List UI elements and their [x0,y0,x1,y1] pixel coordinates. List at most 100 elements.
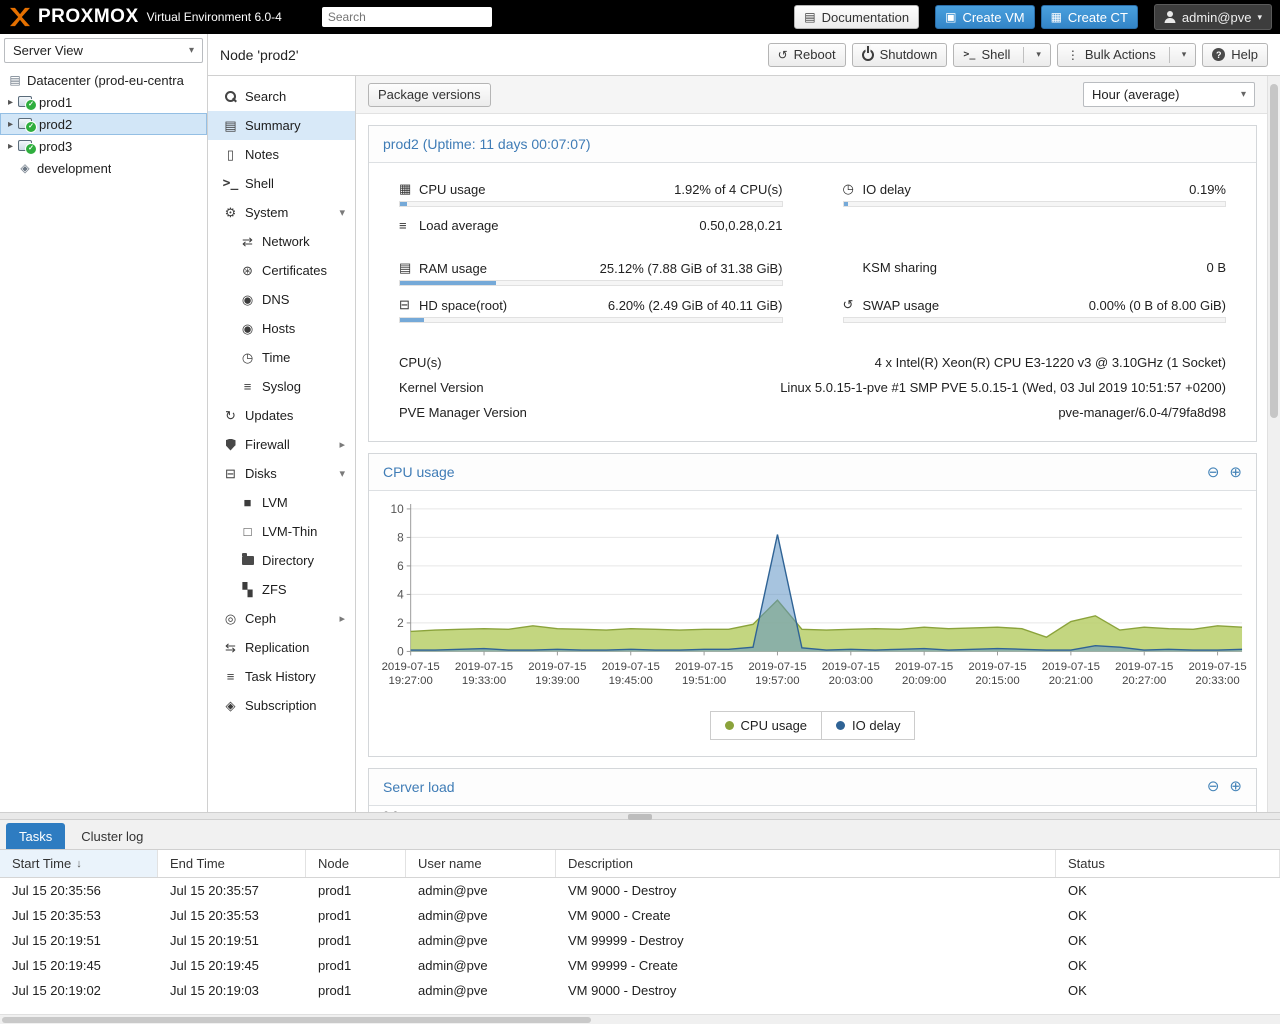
help-button[interactable]: ? Help [1202,43,1268,67]
menu-item-label: Syslog [262,379,301,394]
reboot-button[interactable]: ↺ Reboot [768,43,846,67]
cpu-usage-panel-header: CPU usage ⊖ ⊕ [369,454,1256,491]
task-cell: Jul 15 20:19:51 [0,933,158,948]
terminal-icon: >_ [963,50,975,60]
column-header-status[interactable]: Status [1056,850,1280,877]
shutdown-button[interactable]: Shutdown [852,43,948,67]
user-icon [1164,11,1176,23]
caret-down-icon[interactable]: ▾ [1182,49,1187,60]
maximize-panel-icon[interactable]: ⊕ [1229,779,1242,794]
task-cell: OK [1056,983,1280,998]
menu-item-lvm[interactable]: ■LVM [208,488,355,517]
menu-item-lvm-thin[interactable]: □LVM-Thin [208,517,355,546]
bulk-actions-button[interactable]: ⋮ Bulk Actions ▾ [1057,43,1196,67]
submenu-caret-right-icon[interactable]: ▸ [339,612,345,625]
maximize-panel-icon[interactable]: ⊕ [1229,465,1242,480]
server-load-title: Server load [383,779,455,795]
caret-down-icon[interactable]: ▾ [1036,49,1041,60]
column-header-label: Description [568,856,633,871]
menu-item-shell[interactable]: >_Shell [208,169,355,198]
view-selector-value: Server View [13,43,83,58]
column-header-label: Node [318,856,349,871]
menu-item-system[interactable]: ⚙System▾ [208,198,355,227]
tree-expand-icon[interactable]: ▸ [4,97,17,108]
tab-cluster-log[interactable]: Cluster log [68,823,156,849]
horizontal-scrollbar[interactable] [0,1014,1280,1024]
task-row[interactable]: Jul 15 20:19:02Jul 15 20:19:03prod1admin… [0,978,1280,1003]
vertical-scrollbar[interactable] [1267,76,1280,812]
tree-item-prod1[interactable]: ▸prod1 [0,91,207,113]
svg-text:8: 8 [397,530,404,544]
task-row[interactable]: Jul 15 20:35:56Jul 15 20:35:57prod1admin… [0,878,1280,903]
panel-splitter[interactable] [0,812,1280,820]
time-range-select[interactable]: Hour (average) ▾ [1083,82,1255,107]
menu-item-label: Updates [245,408,293,423]
menu-item-zfs[interactable]: ▚ZFS [208,575,355,604]
shell-button[interactable]: >_ Shell ▾ [953,43,1051,67]
submenu-caret-down-icon[interactable]: ▾ [339,467,345,480]
menu-item-summary[interactable]: ▤Summary [208,111,355,140]
proxmox-logo-icon [8,7,32,27]
documentation-button[interactable]: ▤ Documentation [794,5,919,29]
column-header-description[interactable]: Description [556,850,1056,877]
menu-item-syslog[interactable]: ≡Syslog [208,372,355,401]
column-header-node[interactable]: Node [306,850,406,877]
tree-item-prod3[interactable]: ▸prod3 [0,135,207,157]
menu-item-task-history[interactable]: ≡Task History [208,662,355,691]
submenu-caret-right-icon[interactable]: ▸ [339,438,345,451]
svg-text:20:33:00: 20:33:00 [1195,675,1239,687]
tree-expand-icon[interactable]: ▸ [4,119,17,130]
tree-item-development[interactable]: ◈development [0,157,207,179]
menu-item-label: Time [262,350,290,365]
menu-item-replication[interactable]: ⇆Replication [208,633,355,662]
menu-item-disks[interactable]: ⊟Disks▾ [208,459,355,488]
info-label: CPU(s) [399,355,442,370]
legend-item-io-delay[interactable]: IO delay [822,711,915,740]
global-search-input[interactable] [322,7,492,27]
menu-item-subscription[interactable]: ◈Subscription [208,691,355,720]
menu-item-notes[interactable]: ▯Notes [208,140,355,169]
task-row[interactable]: Jul 15 20:19:45Jul 15 20:19:45prod1admin… [0,953,1280,978]
menu-item-dns[interactable]: ◉DNS [208,285,355,314]
tree-expand-icon[interactable]: ▸ [4,141,17,152]
user-menu-button[interactable]: admin@pve ▾ [1154,4,1272,30]
collapse-panel-icon[interactable]: ⊖ [1207,779,1220,794]
horizontal-scrollbar-thumb[interactable] [2,1017,591,1023]
system-info: CPU(s)4 x Intel(R) Xeon(R) CPU E3-1220 v… [399,350,1226,425]
vertical-scrollbar-thumb[interactable] [1270,84,1278,418]
create-vm-button[interactable]: ▣ Create VM [935,5,1034,29]
stat-label: CPU usage [419,182,485,197]
node-toolbar: ↺ Reboot Shutdown >_ Shell ▾ ⋮ Bulk Acti… [768,43,1268,67]
cpu-usage-panel-body: 02468102019-07-1519:27:002019-07-1519:33… [369,491,1256,756]
package-versions-button[interactable]: Package versions [368,83,491,107]
menu-item-label: Shell [245,176,274,191]
menu-item-updates[interactable]: ↻Updates [208,401,355,430]
node-icon [18,118,32,129]
menu-item-firewall[interactable]: Firewall▸ [208,430,355,459]
menu-item-hosts[interactable]: ◉Hosts [208,314,355,343]
column-header-start-time[interactable]: Start Time↓ [0,850,158,877]
network-icon: ⇄ [239,234,256,250]
stat-progress-bar [843,201,1227,207]
tab-tasks[interactable]: Tasks [6,823,65,849]
task-row[interactable]: Jul 15 20:19:51Jul 15 20:19:51prod1admin… [0,928,1280,953]
column-header-end-time[interactable]: End Time [158,850,306,877]
legend-item-cpu-usage[interactable]: CPU usage [710,711,822,740]
menu-item-network[interactable]: ⇄Network [208,227,355,256]
view-selector[interactable]: Server View ▾ [4,38,203,63]
column-header-user-name[interactable]: User name [406,850,556,877]
tree-item-prod2[interactable]: ▸prod2 [0,113,207,135]
load-icon: ≡ [399,218,419,233]
menu-item-directory[interactable]: Directory [208,546,355,575]
menu-item-search[interactable]: Search [208,82,355,111]
menu-item-certificates[interactable]: ⊛Certificates [208,256,355,285]
menu-item-time[interactable]: ◷Time [208,343,355,372]
task-row[interactable]: Jul 15 20:35:53Jul 15 20:35:53prod1admin… [0,903,1280,928]
tree-item-datacenter-prod-eu-centra[interactable]: ▤Datacenter (prod-eu-centra [0,69,207,91]
stat-swap-usage: ↺SWAP usage0.00% (0 B of 8.00 GiB) [843,297,1227,323]
submenu-caret-down-icon[interactable]: ▾ [339,206,345,219]
collapse-panel-icon[interactable]: ⊖ [1207,465,1220,480]
menu-item-ceph[interactable]: ◎Ceph▸ [208,604,355,633]
help-label: Help [1231,47,1258,62]
create-ct-button[interactable]: ▦ Create CT [1041,5,1138,29]
